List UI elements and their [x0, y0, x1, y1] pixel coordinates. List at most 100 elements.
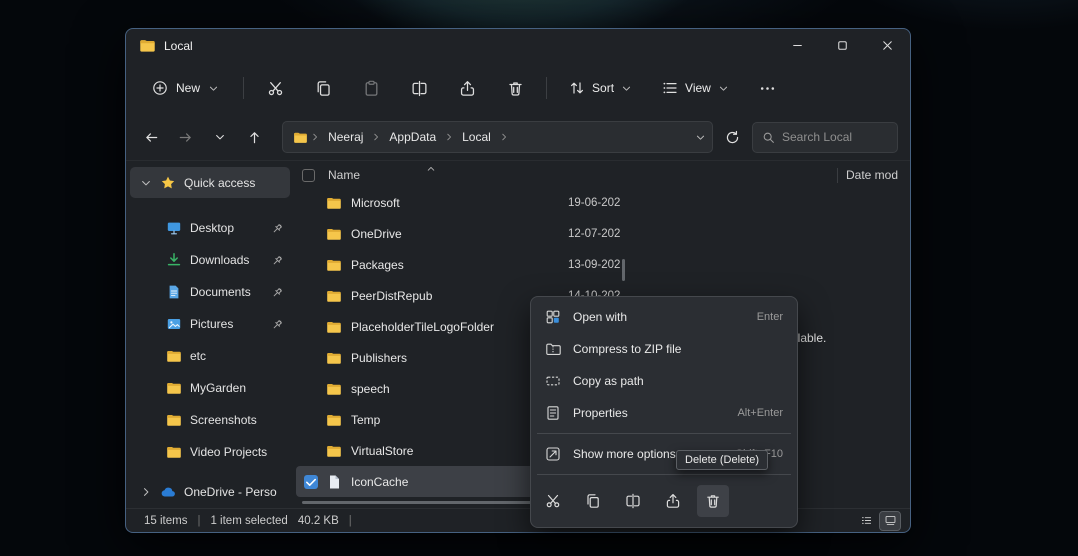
quick-share-button[interactable]	[657, 485, 689, 517]
folder-icon	[166, 444, 182, 460]
rename-button[interactable]	[400, 71, 438, 105]
forward-button[interactable]	[171, 122, 202, 153]
file-name: OneDrive	[351, 227, 566, 241]
properties-icon	[545, 405, 561, 421]
context-menu-item-open-with[interactable]: Open with Enter	[535, 301, 793, 333]
zip-icon	[545, 341, 561, 357]
file-date: 12-07-202	[566, 228, 630, 240]
vertical-scrollbar[interactable]	[622, 259, 625, 281]
context-menu-item-properties[interactable]: Properties Alt+Enter	[535, 397, 793, 429]
chevron-right-icon	[371, 132, 381, 142]
sort-button[interactable]: Sort	[559, 73, 642, 103]
up-button[interactable]	[240, 122, 271, 153]
arrow-right-icon	[178, 130, 193, 145]
address-bar: Neeraj AppData Local	[126, 114, 910, 161]
column-header-name[interactable]: Name	[328, 168, 837, 182]
context-menu-divider	[537, 433, 791, 434]
quick-rename-button[interactable]	[617, 485, 649, 517]
details-view-icon	[860, 514, 873, 527]
details-view-button[interactable]	[856, 512, 876, 530]
sidebar-item-label: Documents	[190, 285, 251, 299]
sidebar-item-screenshots[interactable]: Screenshots	[130, 404, 290, 436]
sidebar-item-etc[interactable]: etc	[130, 340, 290, 372]
quick-delete-button[interactable]	[697, 485, 729, 517]
window-title: Local	[164, 39, 193, 53]
search-input[interactable]	[782, 130, 888, 144]
sidebar-item-pictures[interactable]: Pictures	[130, 308, 290, 340]
address-dropdown-button[interactable]	[695, 132, 706, 143]
refresh-icon	[725, 130, 740, 145]
breadcrumb-bar[interactable]: Neeraj AppData Local	[282, 121, 713, 153]
large-icons-view-button[interactable]	[880, 512, 900, 530]
column-header-date[interactable]: Date mod	[846, 168, 910, 182]
folder-icon	[166, 348, 182, 364]
file-name: Packages	[351, 258, 566, 272]
breadcrumb-segment[interactable]: Local	[456, 126, 497, 148]
breadcrumb-segment[interactable]: AppData	[383, 126, 442, 148]
sidebar-item-label: MyGarden	[190, 381, 246, 395]
file-row-packages[interactable]: Packages 13-09-202	[296, 249, 630, 280]
chevron-down-icon	[621, 83, 632, 94]
cut-icon	[267, 80, 284, 97]
copy-button[interactable]	[304, 71, 342, 105]
file-row-microsoft[interactable]: Microsoft 19-06-202	[296, 187, 630, 218]
selection-size: 40.2 KB	[298, 515, 339, 527]
more-options-button[interactable]	[749, 71, 787, 105]
status-divider: |	[349, 515, 352, 527]
selection-count: 1 item selected	[210, 515, 287, 527]
file-icon	[326, 474, 342, 490]
pin-icon	[271, 222, 284, 235]
breadcrumb-segment[interactable]: Neeraj	[322, 126, 369, 148]
search-box[interactable]	[752, 122, 898, 153]
sidebar-item-downloads[interactable]: Downloads	[130, 244, 290, 276]
trash-icon	[507, 80, 524, 97]
new-plus-icon	[152, 80, 168, 96]
sidebar-item-quick-access[interactable]: Quick access	[130, 167, 290, 198]
paste-button[interactable]	[352, 71, 390, 105]
cut-button[interactable]	[256, 71, 294, 105]
context-menu-item-copy-as-path[interactable]: Copy as path	[535, 365, 793, 397]
folder-icon	[166, 380, 182, 396]
sidebar-item-desktop[interactable]: Desktop	[130, 212, 290, 244]
view-button[interactable]: View	[652, 73, 739, 103]
sidebar-item-video-projects[interactable]: Video Projects	[130, 436, 290, 468]
refresh-button[interactable]	[717, 122, 748, 153]
rename-icon	[411, 80, 428, 97]
select-all-checkbox[interactable]	[302, 169, 315, 182]
quick-copy-button[interactable]	[577, 485, 609, 517]
maximize-button[interactable]	[820, 29, 865, 62]
folder-icon	[326, 288, 342, 304]
close-button[interactable]	[865, 29, 910, 62]
quick-cut-button[interactable]	[537, 485, 569, 517]
onedrive-section: OneDrive - Perso	[126, 476, 294, 508]
item-count: 15 items	[144, 515, 187, 527]
column-divider[interactable]	[837, 168, 838, 183]
minimize-icon	[790, 38, 805, 53]
view-icon	[662, 80, 678, 96]
folder-icon	[326, 319, 342, 335]
file-row-onedrive[interactable]: OneDrive 12-07-202	[296, 218, 630, 249]
sidebar-item-label: Screenshots	[190, 413, 257, 427]
minimize-button[interactable]	[775, 29, 820, 62]
context-menu: Open with Enter Compress to ZIP file Cop…	[530, 296, 798, 528]
file-name: Microsoft	[351, 196, 566, 210]
title-bar: Local	[126, 29, 910, 62]
back-button[interactable]	[136, 122, 167, 153]
sidebar-item-mygarden[interactable]: MyGarden	[130, 372, 290, 404]
context-menu-item-compress-zip[interactable]: Compress to ZIP file	[535, 333, 793, 365]
folder-icon	[326, 226, 342, 242]
context-menu-shortcut: Enter	[757, 311, 783, 323]
row-checkbox-checked[interactable]	[304, 475, 318, 489]
recent-locations-button[interactable]	[205, 122, 236, 153]
sidebar-item-documents[interactable]: Documents	[130, 276, 290, 308]
status-divider: |	[197, 515, 200, 527]
search-icon	[762, 131, 775, 144]
column-headers: Name Date mod	[294, 163, 910, 187]
new-button[interactable]: New	[140, 73, 231, 103]
sidebar-item-onedrive[interactable]: OneDrive - Perso	[130, 476, 290, 508]
pin-icon	[271, 286, 284, 299]
folder-icon	[326, 443, 342, 459]
share-button[interactable]	[448, 71, 486, 105]
folder-icon	[326, 195, 342, 211]
delete-button[interactable]	[496, 71, 534, 105]
